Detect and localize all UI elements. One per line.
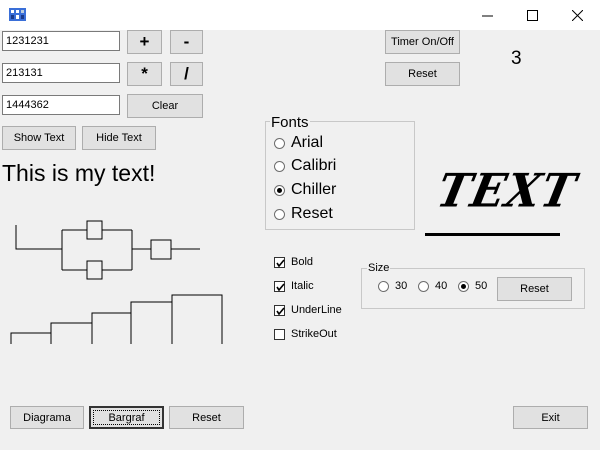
timer-toggle-button[interactable]: Timer On/Off [385, 30, 460, 54]
timer-count: 3 [511, 48, 522, 69]
preview-underline [425, 233, 560, 236]
maximize-icon [527, 9, 538, 21]
checkbox-checked-icon [274, 304, 285, 316]
radio-icon [274, 137, 285, 149]
number-field-2[interactable]: 213131 [2, 63, 120, 83]
font-option-arial[interactable]: Arial [274, 134, 323, 152]
diagrama-button[interactable]: Diagrama [10, 406, 84, 429]
minimize-button[interactable] [465, 0, 510, 30]
reset-button[interactable]: Reset [169, 406, 244, 429]
checkbox-unchecked-icon [274, 328, 285, 340]
clear-button[interactable]: Clear [127, 94, 203, 118]
show-text-button[interactable]: Show Text [2, 126, 76, 150]
italic-checkbox[interactable]: Italic [274, 280, 314, 292]
size-reset-button[interactable]: Reset [497, 277, 572, 301]
radio-icon [378, 280, 389, 292]
close-button[interactable] [555, 0, 600, 30]
underline-checkbox[interactable]: UnderLine [274, 304, 342, 316]
radio-selected-icon [458, 280, 469, 292]
number-field-1[interactable]: 1231231 [2, 31, 120, 51]
maximize-button[interactable] [510, 0, 555, 30]
radio-icon [274, 208, 285, 220]
divide-button[interactable]: / [170, 62, 203, 86]
bar-graph [10, 294, 223, 344]
font-option-chiller[interactable]: Chiller [274, 181, 336, 199]
plus-button[interactable]: + [127, 30, 162, 54]
close-icon [572, 9, 583, 21]
app-icon [9, 8, 26, 21]
preview-text: TEXT [432, 164, 581, 219]
minimize-icon [482, 15, 493, 16]
radio-icon [274, 160, 285, 172]
title-bar [0, 0, 600, 30]
bold-checkbox[interactable]: Bold [274, 256, 313, 268]
radio-icon [418, 280, 429, 292]
size-option-30[interactable]: 30 [378, 280, 407, 292]
size-option-40[interactable]: 40 [418, 280, 447, 292]
bargraf-button[interactable]: Bargraf [89, 406, 164, 429]
text-preview: TEXT [425, 165, 581, 236]
timer-reset-button[interactable]: Reset [385, 62, 460, 86]
multiply-button[interactable]: * [127, 62, 162, 86]
font-option-calibri[interactable]: Calibri [274, 157, 336, 175]
checkbox-checked-icon [274, 280, 285, 292]
result-field[interactable]: 1444362 [2, 95, 120, 115]
exit-button[interactable]: Exit [513, 406, 588, 429]
font-option-reset[interactable]: Reset [274, 205, 333, 223]
checkbox-checked-icon [274, 256, 285, 268]
strikeout-checkbox[interactable]: StrikeOut [274, 328, 337, 340]
sample-text: This is my text! [2, 160, 156, 186]
size-legend: Size [367, 262, 391, 274]
radio-selected-icon [274, 184, 285, 196]
hide-text-button[interactable]: Hide Text [82, 126, 156, 150]
circuit-diagram [15, 220, 200, 280]
minus-button[interactable]: - [170, 30, 203, 54]
size-option-50[interactable]: 50 [458, 280, 487, 292]
fonts-legend: Fonts [270, 114, 310, 131]
